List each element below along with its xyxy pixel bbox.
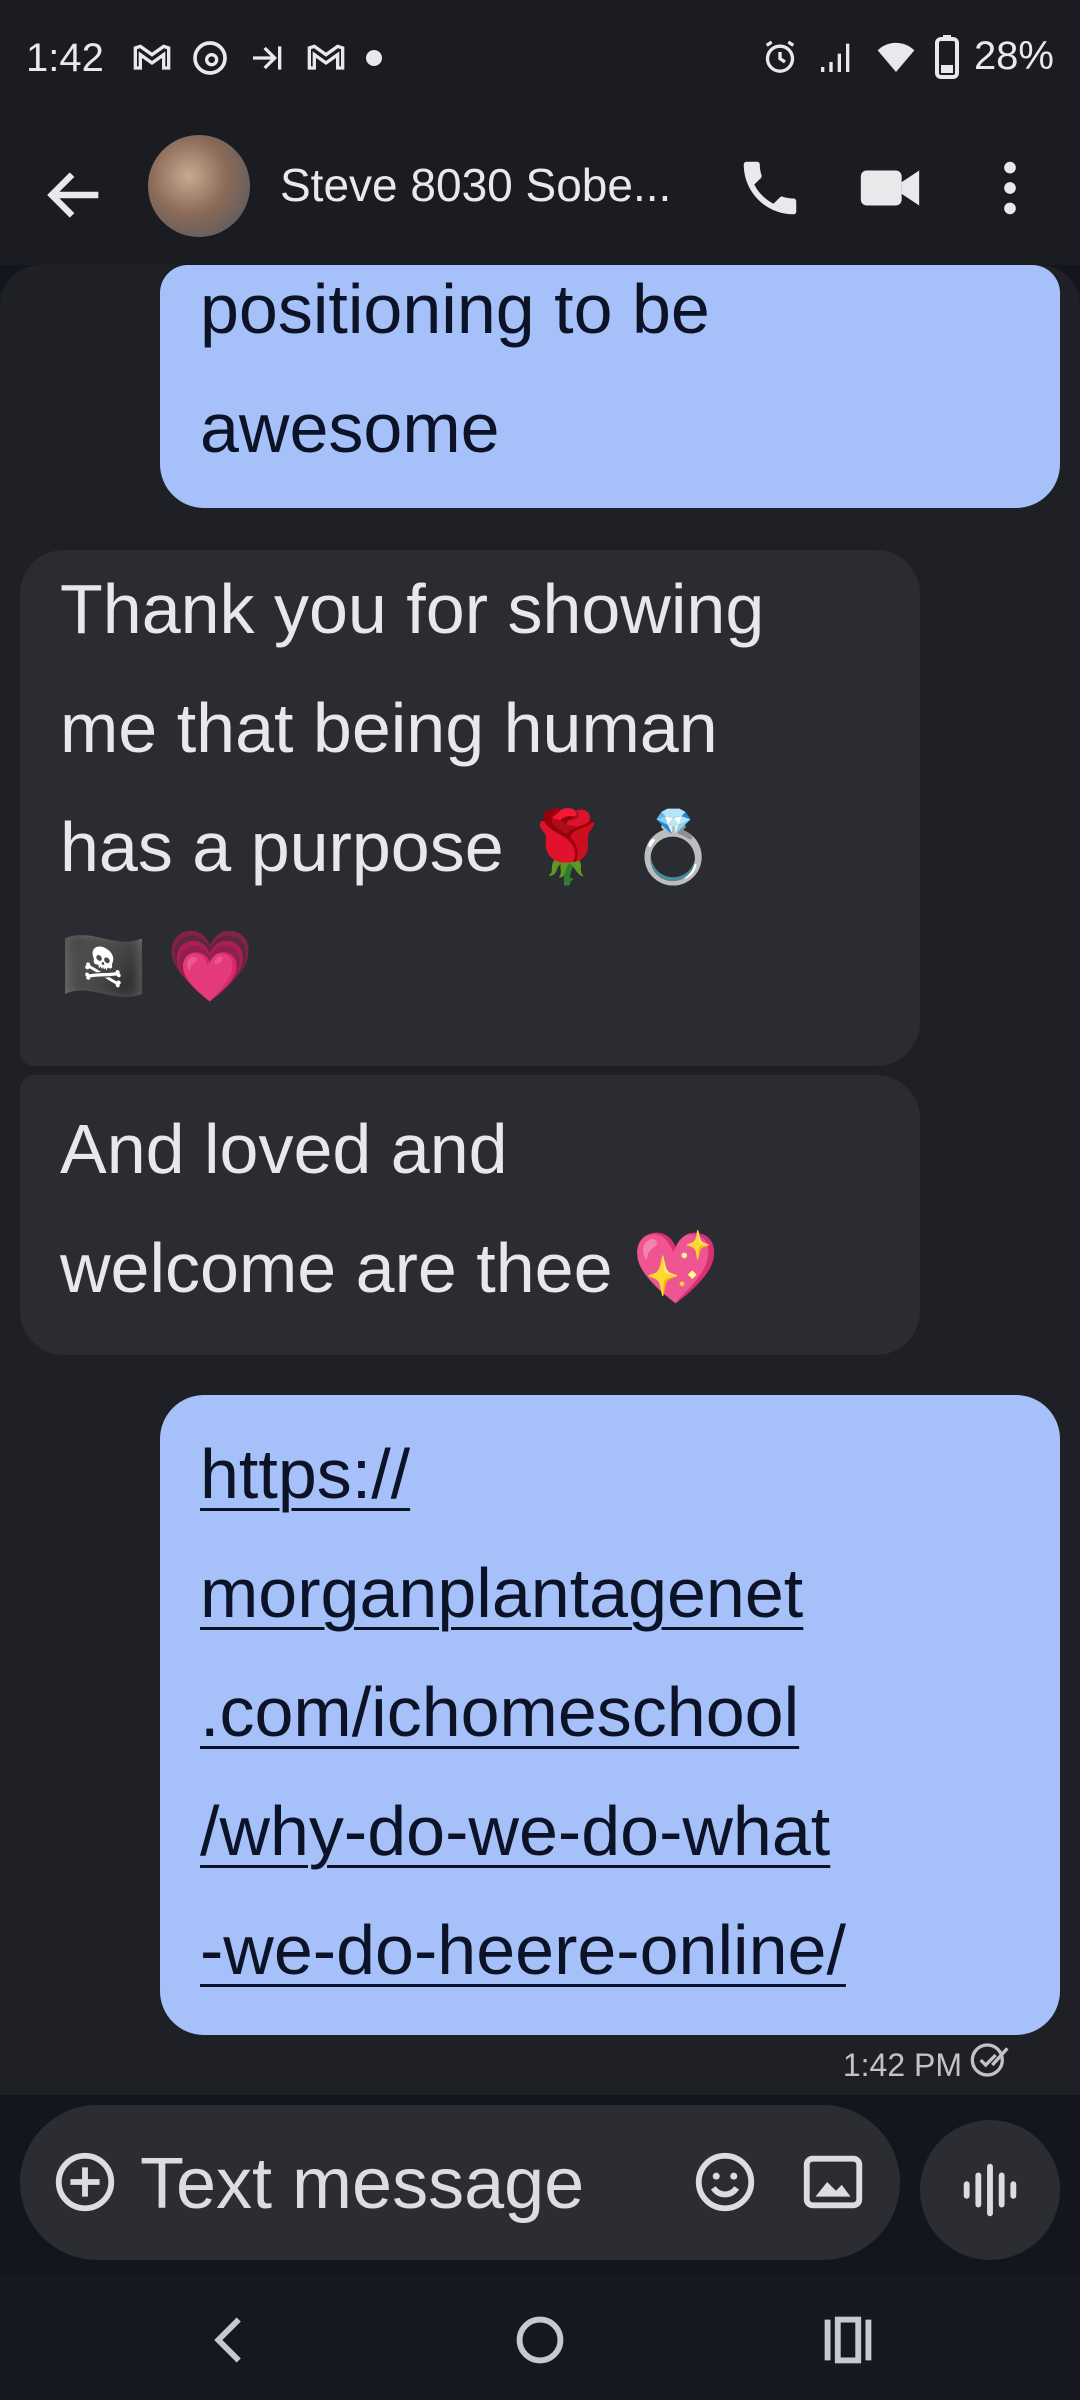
sent-message[interactable]: positioning to be awesome	[160, 265, 1060, 508]
message-link-line[interactable]: morganplantagenet	[200, 1534, 846, 1653]
gmail-icon	[133, 44, 171, 70]
message-timestamp: 1:42 PM	[842, 2047, 962, 2083]
gallery-icon[interactable]	[798, 2147, 868, 2217]
message-line: awesome	[200, 389, 500, 467]
add-attachment-icon[interactable]	[50, 2147, 120, 2217]
received-message[interactable]: Thank you for showing me that being huma…	[20, 550, 920, 1066]
nav-back-icon[interactable]	[195, 2305, 265, 2375]
message-line: me that being human	[60, 689, 718, 767]
signal-icon	[820, 43, 850, 72]
message-line: Thank you for showing	[60, 570, 765, 648]
data-icon	[253, 46, 282, 70]
conversation-header: Steve 8030 Sobe...	[0, 125, 1080, 265]
phone-icon[interactable]	[735, 153, 805, 223]
sent-link-message[interactable]: https:// morganplantagenet .com/ichomesc…	[160, 1395, 1060, 2035]
read-receipt-icon	[970, 2043, 1009, 2077]
threads-icon	[193, 41, 227, 75]
message-link-line[interactable]: .com/ichomeschool	[200, 1653, 846, 1772]
gmail-icon	[307, 44, 345, 70]
message-line: positioning to be	[200, 270, 710, 348]
status-bar: 1:42 28%	[0, 0, 1080, 125]
waveform-icon	[963, 2163, 1017, 2217]
dot-icon	[366, 50, 382, 66]
nav-home-icon[interactable]	[505, 2305, 575, 2375]
message-link-line[interactable]: -we-do-heere-online/	[200, 1891, 846, 2010]
navigation-bar	[0, 2275, 1080, 2400]
message-link-line[interactable]: https://	[200, 1415, 846, 1534]
message-line: welcome are thee 💖	[60, 1229, 720, 1307]
message-link-line[interactable]: /why-do-we-do-what	[200, 1772, 846, 1891]
emoji-icon[interactable]	[690, 2147, 760, 2217]
alarm-icon	[765, 40, 795, 73]
more-vert-icon[interactable]	[975, 153, 1045, 223]
compose-bar: Text message	[20, 2105, 900, 2260]
message-line: has a purpose 🌹 💍	[60, 808, 717, 886]
received-message[interactable]: And loved and welcome are thee 💖	[20, 1075, 920, 1355]
message-input[interactable]: Text message	[140, 2143, 584, 2225]
message-line: And loved and	[60, 1110, 508, 1188]
status-time: 1:42	[26, 36, 104, 80]
video-icon[interactable]	[855, 153, 925, 223]
avatar[interactable]	[148, 135, 250, 237]
nav-recents-icon[interactable]	[813, 2305, 883, 2375]
wifi-icon	[877, 42, 915, 72]
battery-percent: 28%	[973, 34, 1054, 78]
voice-message-button[interactable]	[920, 2120, 1060, 2260]
battery-icon	[934, 34, 959, 79]
back-arrow-icon[interactable]	[40, 160, 110, 230]
contact-name[interactable]: Steve 8030 Sobe...	[280, 158, 671, 212]
message-line: 🏴‍☠️ 💗	[60, 927, 254, 1005]
message-list[interactable]: positioning to be awesome Thank you for …	[0, 265, 1080, 2095]
